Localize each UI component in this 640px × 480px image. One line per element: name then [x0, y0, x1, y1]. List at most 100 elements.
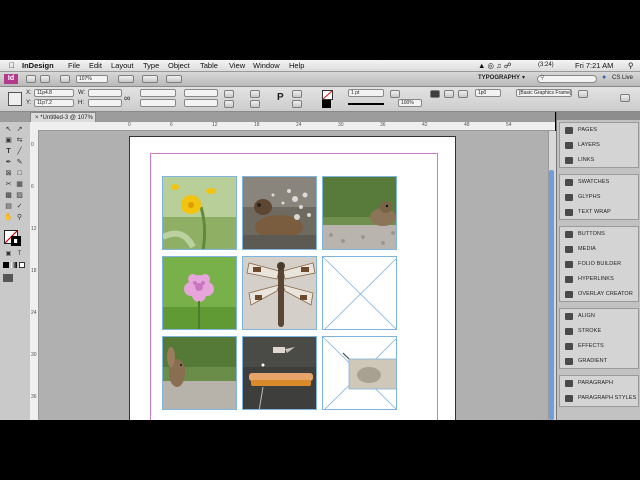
- rotate-ccw-button[interactable]: [224, 100, 234, 108]
- apply-color-icon[interactable]: [3, 262, 9, 268]
- pen-tool-icon[interactable]: ✒: [4, 159, 13, 167]
- pencil-tool-icon[interactable]: ✎: [15, 159, 24, 167]
- w-field[interactable]: [88, 89, 122, 97]
- rotate-cw-button[interactable]: [224, 90, 234, 98]
- opacity-field[interactable]: 100%: [398, 99, 422, 107]
- image-frame-hummingbird[interactable]: [242, 336, 317, 410]
- panel-folio-builder[interactable]: FOLIO BUILDER: [560, 258, 640, 272]
- image-frame-partial[interactable]: [322, 336, 397, 410]
- search-input[interactable]: [537, 75, 597, 83]
- wrap-option-button[interactable]: [430, 90, 440, 98]
- document-page[interactable]: [129, 136, 456, 420]
- pasteboard[interactable]: [39, 131, 555, 420]
- rectangle-tool-icon[interactable]: □: [15, 170, 24, 178]
- y-field[interactable]: 11p7.2: [34, 99, 74, 107]
- stroke-swatch-icon[interactable]: [322, 100, 331, 108]
- image-frame-dragonfly[interactable]: [242, 256, 317, 330]
- menu-view[interactable]: View: [229, 61, 245, 70]
- panel-swatches[interactable]: SWATCHES: [560, 176, 640, 190]
- panel-align[interactable]: ALIGN: [560, 310, 640, 324]
- panel-text-wrap[interactable]: TEXT WRAP: [560, 206, 640, 220]
- screen-mode-button[interactable]: [142, 75, 158, 83]
- wrap-bounding-button[interactable]: [444, 90, 454, 98]
- extras-button[interactable]: [60, 75, 70, 83]
- drop-shadow-button[interactable]: [390, 90, 400, 98]
- panel-media[interactable]: MEDIA: [560, 243, 640, 257]
- apply-none-icon[interactable]: [19, 262, 25, 268]
- panel-menu-button[interactable]: [620, 94, 630, 102]
- panel-paragraph-styles[interactable]: PARAGRAPH STYLES: [560, 392, 640, 406]
- image-frame-yellow-flower[interactable]: [162, 176, 237, 250]
- wrap-shape-button[interactable]: [458, 90, 468, 98]
- image-frame-squirrel[interactable]: [162, 336, 237, 410]
- panel-hyperlinks[interactable]: HYPERLINKS: [560, 273, 640, 287]
- workspace-chevron-icon[interactable]: ▾: [522, 74, 525, 81]
- clock[interactable]: Fri 7:21 AM: [575, 61, 613, 70]
- gradient-tool-icon[interactable]: ▩: [4, 192, 13, 200]
- gap-tool-icon[interactable]: ⇆: [15, 137, 24, 145]
- scale-x-field[interactable]: [140, 89, 176, 97]
- scissors-tool-icon[interactable]: ✂: [4, 181, 13, 189]
- panel-effects[interactable]: EFFECTS: [560, 340, 640, 354]
- spotlight-icon[interactable]: ⚲: [628, 61, 634, 70]
- apple-icon[interactable]: : [9, 61, 15, 70]
- vertical-ruler[interactable]: 0 6 12 18 24 30 36: [30, 130, 39, 420]
- line-tool-icon[interactable]: ╱: [15, 148, 24, 156]
- dock-header[interactable]: [557, 112, 640, 120]
- menu-object[interactable]: Object: [168, 61, 190, 70]
- panel-glyphs[interactable]: GLYPHS: [560, 191, 640, 205]
- stroke-color-icon[interactable]: [11, 236, 21, 246]
- stroke-type-icon[interactable]: [348, 103, 384, 105]
- rotate-field[interactable]: [184, 89, 218, 97]
- menu-layout[interactable]: Layout: [111, 61, 134, 70]
- horizontal-ruler[interactable]: 0 6 12 18 24 30 36 42 48 54: [30, 122, 555, 131]
- battery-status[interactable]: (3:24): [538, 62, 554, 68]
- panel-stroke[interactable]: STROKE: [560, 325, 640, 339]
- select-container-button[interactable]: [292, 90, 302, 98]
- free-transform-tool-icon[interactable]: ▦: [15, 181, 24, 189]
- panel-buttons[interactable]: BUTTONS: [560, 228, 640, 242]
- fill-swatch-icon[interactable]: [322, 90, 333, 100]
- select-content-button[interactable]: [292, 100, 302, 108]
- panel-overlay-creator[interactable]: OVERLAY CREATOR: [560, 288, 640, 302]
- reference-point-icon[interactable]: [8, 92, 22, 106]
- direct-selection-tool-icon[interactable]: ↗: [15, 126, 24, 134]
- menu-window[interactable]: Window: [253, 61, 280, 70]
- spacing-field[interactable]: 1p0: [475, 89, 501, 97]
- minibridge-button[interactable]: [40, 75, 50, 83]
- document-tab[interactable]: × *Untitled-3 @ 107%: [30, 112, 96, 122]
- panel-paragraph[interactable]: PARAGRAPH: [560, 377, 640, 391]
- image-frame-duck[interactable]: [242, 176, 317, 250]
- scrollbar-thumb[interactable]: [549, 170, 554, 420]
- panel-links[interactable]: LINKS: [560, 154, 640, 168]
- direction-icon[interactable]: P: [277, 92, 284, 103]
- h-field[interactable]: [88, 99, 122, 107]
- image-frame-bird[interactable]: [322, 176, 397, 250]
- app-menu[interactable]: InDesign: [22, 61, 54, 70]
- view-options-button[interactable]: [118, 75, 134, 83]
- selection-tool-icon[interactable]: ↖: [4, 126, 13, 134]
- panel-gradient[interactable]: GRADIENT: [560, 355, 640, 369]
- scale-y-field[interactable]: [140, 99, 176, 107]
- bridge-button[interactable]: [26, 75, 36, 83]
- zoom-level[interactable]: 107%: [76, 75, 108, 83]
- arrange-documents-button[interactable]: [166, 75, 182, 83]
- flip-h-button[interactable]: [250, 90, 260, 98]
- apply-gradient-icon[interactable]: [11, 262, 17, 268]
- flip-v-button[interactable]: [250, 100, 260, 108]
- workspace-switcher[interactable]: TYPOGRAPHY: [478, 75, 520, 81]
- stroke-weight-field[interactable]: 1 pt: [348, 89, 384, 97]
- rectangle-frame-tool-icon[interactable]: ⊠: [4, 170, 13, 178]
- eyedropper-tool-icon[interactable]: ✓: [15, 203, 24, 211]
- menu-type[interactable]: Type: [143, 61, 159, 70]
- hand-tool-icon[interactable]: ✋: [4, 214, 13, 222]
- empty-image-frame[interactable]: [322, 256, 397, 330]
- gradient-feather-tool-icon[interactable]: ▨: [15, 192, 24, 200]
- object-style-dropdown[interactable]: [Basic Graphics Frame]: [516, 89, 572, 97]
- menu-help[interactable]: Help: [289, 61, 304, 70]
- panel-pages[interactable]: PAGES: [560, 124, 640, 138]
- type-tool-icon[interactable]: T: [4, 148, 13, 156]
- x-field[interactable]: 11p4.8: [34, 89, 74, 97]
- menu-file[interactable]: File: [68, 61, 80, 70]
- style-options-button[interactable]: [578, 90, 588, 98]
